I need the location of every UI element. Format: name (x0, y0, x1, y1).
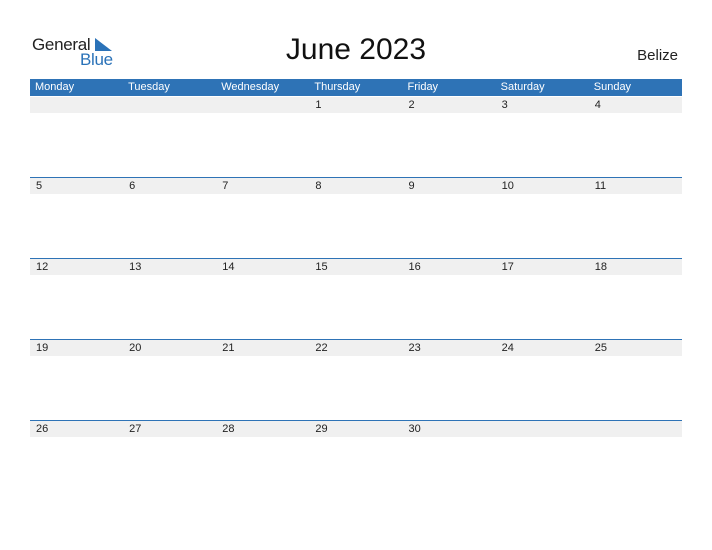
day-cell: 14 (222, 261, 235, 273)
day-cell: 22 (315, 342, 328, 354)
day-cell: 6 (129, 180, 136, 192)
weekday-monday: Monday (35, 81, 75, 93)
weekday-tuesday: Tuesday (128, 81, 170, 93)
week-row: 19 20 21 22 23 24 25 (30, 339, 682, 356)
country-label: Belize (637, 47, 678, 64)
day-cell (30, 97, 123, 113)
day-cell: 21 (222, 342, 235, 354)
day-cell: 28 (222, 423, 235, 435)
day-cell: 27 (129, 423, 142, 435)
day-cell: 3 (501, 99, 508, 111)
day-cell: 29 (315, 423, 328, 435)
day-cell (216, 97, 309, 113)
day-cell: 30 (408, 423, 421, 435)
day-cell: 23 (408, 342, 421, 354)
weekday-header: Monday Tuesday Wednesday Thursday Friday… (30, 79, 682, 96)
week-row: 5 6 7 8 9 10 11 (30, 177, 682, 194)
day-cell: 17 (501, 261, 514, 273)
week-row: 26 27 28 29 30 (30, 420, 682, 437)
day-cell: 25 (594, 342, 607, 354)
week-row: 1 2 3 4 (30, 97, 682, 113)
day-cell: 7 (222, 180, 229, 192)
day-cell: 4 (594, 99, 601, 111)
day-cell: 12 (36, 261, 49, 273)
calendar-title: June 2023 (285, 33, 427, 66)
weekday-friday: Friday (407, 81, 439, 93)
day-cell: 2 (408, 99, 415, 111)
day-cell: 15 (315, 261, 328, 273)
day-cell: 8 (315, 180, 322, 192)
weekday-thursday: Thursday (314, 81, 361, 93)
weekday-wednesday: Wednesday (221, 81, 280, 93)
day-cell (123, 97, 216, 113)
day-cell: 10 (501, 180, 514, 192)
day-cell (589, 421, 682, 437)
day-cell: 26 (36, 423, 49, 435)
day-cell: 19 (36, 342, 49, 354)
day-cell (496, 421, 589, 437)
day-cell: 16 (408, 261, 421, 273)
day-cell: 1 (315, 99, 322, 111)
day-cell: 18 (594, 261, 607, 273)
day-cell: 24 (501, 342, 514, 354)
day-cell: 20 (129, 342, 142, 354)
day-cell: 13 (129, 261, 142, 273)
weekday-sunday: Sunday (593, 81, 632, 93)
week-row: 12 13 14 15 16 17 18 (30, 258, 682, 275)
day-cell: 5 (36, 180, 43, 192)
day-cell: 9 (408, 180, 415, 192)
day-cell: 11 (594, 180, 607, 192)
weekday-saturday: Saturday (500, 81, 545, 93)
